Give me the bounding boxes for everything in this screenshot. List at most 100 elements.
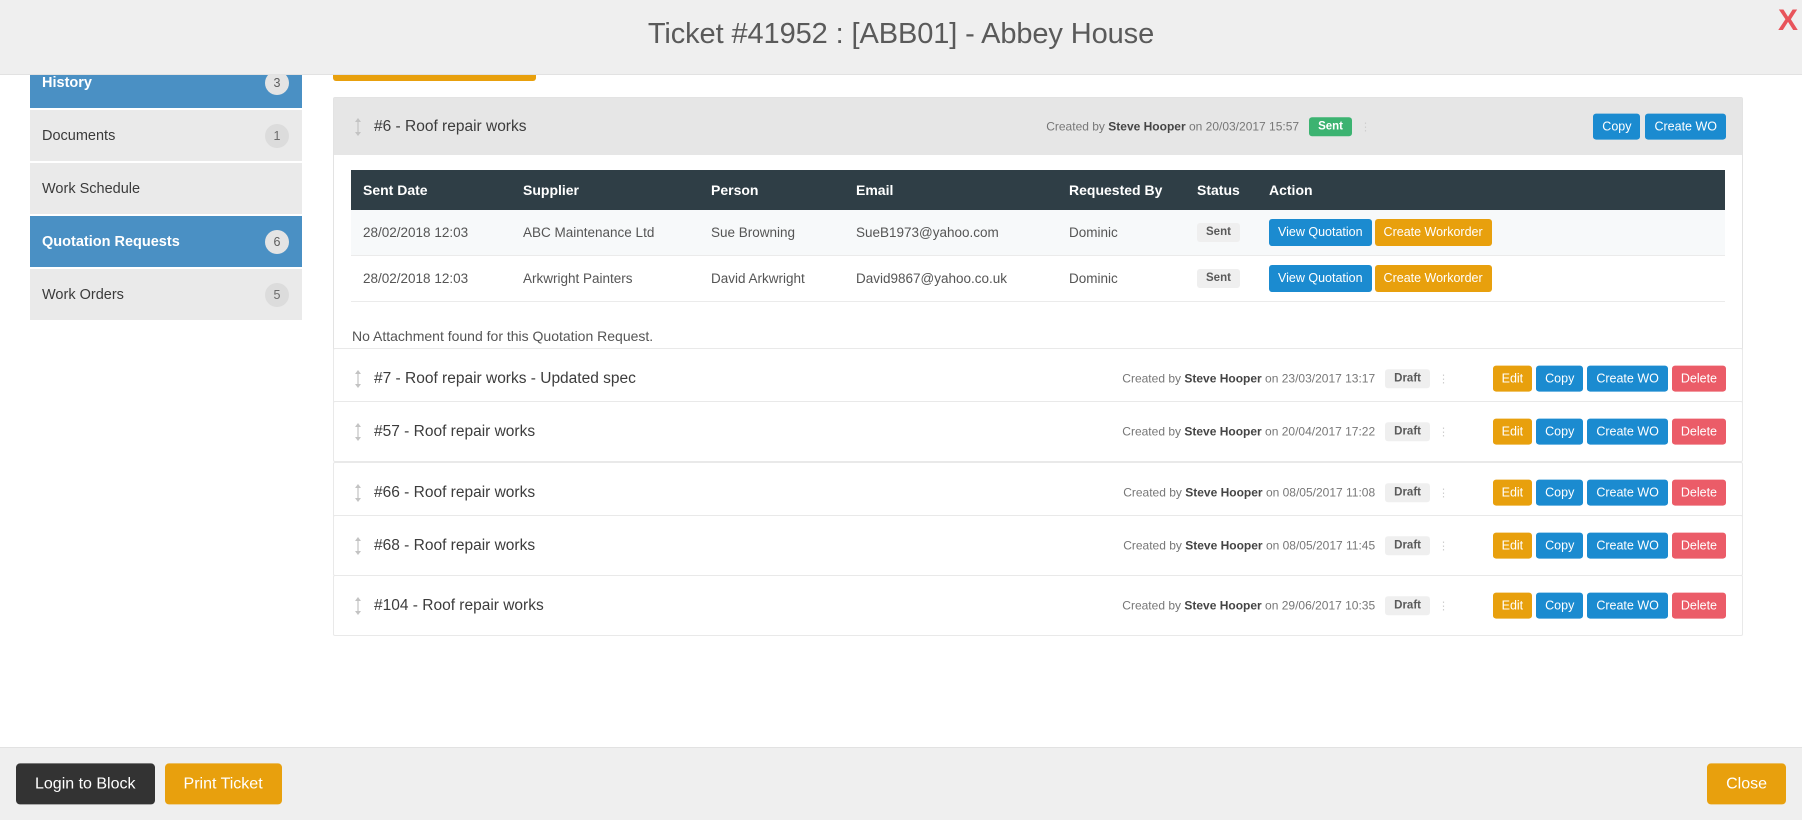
- sidebar-item-history[interactable]: History 3: [30, 75, 302, 110]
- create-wo-button[interactable]: Create WO: [1587, 532, 1668, 559]
- row-meta: Created by Steve Hooper on 23/03/2017 13…: [1122, 369, 1450, 389]
- copy-button[interactable]: Copy: [1536, 532, 1583, 559]
- copy-button[interactable]: Copy: [1536, 418, 1583, 445]
- close-button[interactable]: Close: [1707, 763, 1786, 804]
- created-by: Steve Hooper: [1185, 486, 1262, 500]
- quotation-request-row[interactable]: #68 - Roof repair works Created by Steve…: [333, 515, 1743, 576]
- status-badge: Draft: [1385, 483, 1430, 503]
- cell-status: Sent: [1185, 255, 1257, 301]
- row-title: #7 - Roof repair works - Updated spec: [374, 370, 636, 388]
- drag-handle-icon[interactable]: [352, 483, 364, 503]
- quotation-request-row[interactable]: #66 - Roof repair works Created by Steve…: [333, 462, 1743, 523]
- modal-header: Ticket #41952 : [ABB01] - Abbey House X: [0, 0, 1802, 75]
- view-quotation-button[interactable]: View Quotation: [1269, 219, 1372, 246]
- created-info: Created by Steve Hooper on 20/03/2017 15…: [1046, 120, 1299, 134]
- created-prefix: Created by: [1122, 599, 1181, 613]
- edit-button[interactable]: Edit: [1493, 418, 1533, 445]
- panel-title: #6 - Roof repair works: [374, 118, 526, 136]
- edit-button[interactable]: Edit: [1493, 365, 1533, 392]
- row-actions: Edit Copy Create WO Delete: [1493, 479, 1726, 506]
- row-actions: Edit Copy Create WO Delete: [1493, 418, 1726, 445]
- row-title: #104 - Roof repair works: [374, 597, 544, 615]
- delete-button[interactable]: Delete: [1672, 479, 1726, 506]
- sidebar-item-work-schedule[interactable]: Work Schedule: [30, 163, 302, 216]
- copy-button[interactable]: Copy: [1536, 365, 1583, 392]
- cell-supplier: Arkwright Painters: [511, 255, 699, 301]
- create-wo-button[interactable]: Create WO: [1587, 365, 1668, 392]
- drag-handle-icon[interactable]: [352, 536, 364, 556]
- quotation-request-row[interactable]: #7 - Roof repair works - Updated spec Cr…: [333, 348, 1743, 409]
- cell-sent-date: 28/02/2018 12:03: [351, 255, 511, 301]
- delete-button[interactable]: Delete: [1672, 592, 1726, 619]
- column-header-requested-by: Requested By: [1057, 170, 1185, 210]
- panel-header[interactable]: #6 - Roof repair works Created by Steve …: [334, 98, 1742, 155]
- column-header-sent-date: Sent Date: [351, 170, 511, 210]
- table-header: Sent Date Supplier Person Email Requeste…: [351, 170, 1725, 210]
- add-quotation-request-button[interactable]: [333, 75, 536, 81]
- quotation-request-row[interactable]: #57 - Roof repair works Created by Steve…: [333, 401, 1743, 462]
- status-badge: Sent: [1309, 117, 1352, 137]
- sidebar-item-label: Documents: [42, 128, 115, 144]
- drag-handle-icon[interactable]: [352, 369, 364, 389]
- created-prefix: Created by: [1122, 372, 1181, 386]
- sidebar-badge: 1: [265, 124, 289, 148]
- cell-person: Sue Browning: [699, 210, 844, 255]
- sidebar-item-label: Quotation Requests: [42, 234, 180, 250]
- table-header-row: Sent Date Supplier Person Email Requeste…: [351, 170, 1725, 210]
- sidebar-item-documents[interactable]: Documents 1: [30, 110, 302, 163]
- create-wo-button[interactable]: Create WO: [1645, 113, 1726, 140]
- modal-body: History 3 Documents 1 Work Schedule Quot…: [0, 75, 1802, 747]
- meta-ellipsis-icon: ⋮: [1360, 120, 1372, 133]
- row-meta: Created by Steve Hooper on 08/05/2017 11…: [1123, 483, 1450, 503]
- created-by: Steve Hooper: [1184, 425, 1261, 439]
- cell-actions: View Quotation Create Workorder: [1257, 210, 1725, 255]
- created-info: Created by Steve Hooper on 23/03/2017 13…: [1122, 372, 1375, 386]
- sidebar-item-work-orders[interactable]: Work Orders 5: [30, 269, 302, 322]
- drag-handle-icon[interactable]: [352, 117, 364, 137]
- sidebar-item-quotation-requests[interactable]: Quotation Requests 6: [30, 216, 302, 269]
- created-info: Created by Steve Hooper on 08/05/2017 11…: [1123, 539, 1375, 553]
- created-on: on 20/03/2017 15:57: [1189, 120, 1299, 134]
- view-quotation-button[interactable]: View Quotation: [1269, 265, 1372, 292]
- edit-button[interactable]: Edit: [1493, 592, 1533, 619]
- drag-handle-icon[interactable]: [352, 596, 364, 616]
- delete-button[interactable]: Delete: [1672, 418, 1726, 445]
- copy-button[interactable]: Copy: [1593, 113, 1640, 140]
- created-prefix: Created by: [1123, 486, 1182, 500]
- create-wo-button[interactable]: Create WO: [1587, 418, 1668, 445]
- create-workorder-button[interactable]: Create Workorder: [1375, 219, 1492, 246]
- print-ticket-button[interactable]: Print Ticket: [165, 763, 282, 804]
- edit-button[interactable]: Edit: [1493, 479, 1533, 506]
- create-workorder-button[interactable]: Create Workorder: [1375, 265, 1492, 292]
- column-header-email: Email: [844, 170, 1057, 210]
- close-icon[interactable]: X: [1778, 6, 1798, 36]
- drag-handle-icon[interactable]: [352, 422, 364, 442]
- create-wo-button[interactable]: Create WO: [1587, 479, 1668, 506]
- edit-button[interactable]: Edit: [1493, 532, 1533, 559]
- sidebar-badge: 5: [265, 283, 289, 307]
- copy-button[interactable]: Copy: [1536, 479, 1583, 506]
- footer-right-actions: Close: [1707, 763, 1786, 804]
- cell-supplier: ABC Maintenance Ltd: [511, 210, 699, 255]
- column-header-supplier: Supplier: [511, 170, 699, 210]
- meta-ellipsis-icon: ⋮: [1438, 486, 1450, 499]
- created-by: Steve Hooper: [1108, 120, 1185, 134]
- row-actions: Edit Copy Create WO Delete: [1493, 365, 1726, 392]
- row-title: #68 - Roof repair works: [374, 537, 535, 555]
- created-on: on 08/05/2017 11:08: [1266, 486, 1375, 500]
- row-actions: Edit Copy Create WO Delete: [1493, 532, 1726, 559]
- copy-button[interactable]: Copy: [1536, 592, 1583, 619]
- cell-actions: View Quotation Create Workorder: [1257, 255, 1725, 301]
- create-wo-button[interactable]: Create WO: [1587, 592, 1668, 619]
- quotation-request-row[interactable]: #104 - Roof repair works Created by Stev…: [333, 575, 1743, 636]
- delete-button[interactable]: Delete: [1672, 365, 1726, 392]
- delete-button[interactable]: Delete: [1672, 532, 1726, 559]
- created-prefix: Created by: [1046, 120, 1105, 134]
- created-on: on 08/05/2017 11:45: [1266, 539, 1375, 553]
- sidebar: History 3 Documents 1 Work Schedule Quot…: [30, 75, 302, 322]
- created-info: Created by Steve Hooper on 20/04/2017 17…: [1122, 425, 1375, 439]
- meta-ellipsis-icon: ⋮: [1438, 599, 1450, 612]
- quotations-table: Sent Date Supplier Person Email Requeste…: [351, 170, 1725, 302]
- login-to-block-button[interactable]: Login to Block: [16, 763, 155, 804]
- ticket-modal: Ticket #41952 : [ABB01] - Abbey House X …: [0, 0, 1802, 820]
